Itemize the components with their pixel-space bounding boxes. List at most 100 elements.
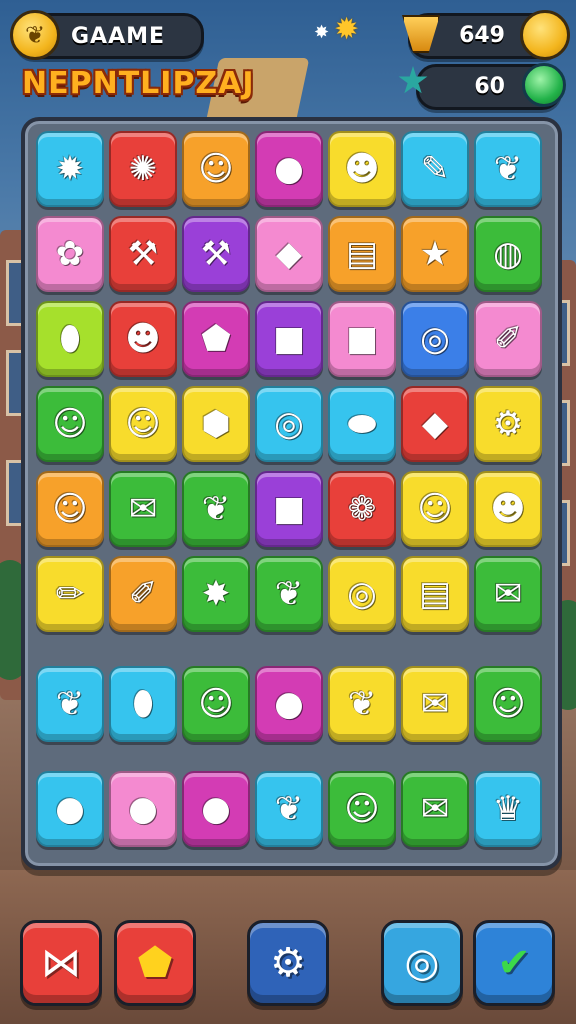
tile-r7-c1[interactable]: ❦ bbox=[36, 666, 104, 742]
tile-r4-c2[interactable]: ☺ bbox=[109, 386, 177, 462]
tile-r1-c6[interactable]: ✎ bbox=[401, 131, 469, 207]
gear-icon: ⚙ bbox=[270, 940, 306, 986]
tile-r8-c4[interactable]: ❦ bbox=[255, 771, 323, 847]
tile-r7-c7[interactable]: ☺ bbox=[474, 666, 542, 742]
tile-r8-c6[interactable]: ✉ bbox=[401, 771, 469, 847]
tile-r5-c1[interactable]: ☺ bbox=[36, 471, 104, 547]
tile-r7-c6[interactable]: ✉ bbox=[401, 666, 469, 742]
smiley-icon: ☺ bbox=[417, 489, 453, 529]
tile-r2-c3[interactable]: ⚒ bbox=[182, 216, 250, 292]
tile-r2-c5[interactable]: ▤ bbox=[328, 216, 396, 292]
smiley-icon: ☺ bbox=[52, 404, 88, 444]
tile-r2-c1[interactable]: ✿ bbox=[36, 216, 104, 292]
tile-r6-c1[interactable]: ✏ bbox=[36, 556, 104, 632]
ring-icon: ◎ bbox=[274, 404, 304, 444]
tile-r1-c3[interactable]: ☺ bbox=[182, 131, 250, 207]
coin-icon[interactable] bbox=[520, 10, 570, 60]
tile-r3-c4[interactable]: ■ bbox=[255, 301, 323, 377]
chat-icon: ✉ bbox=[128, 489, 158, 529]
tile-r8-c5[interactable]: ☺ bbox=[328, 771, 396, 847]
balloon-icon: ⬮ bbox=[132, 684, 154, 724]
balloon-icon: ⬮ bbox=[59, 319, 81, 359]
tile-r1-c2[interactable]: ✺ bbox=[109, 131, 177, 207]
tile-r3-c1[interactable]: ⬮ bbox=[36, 301, 104, 377]
blob-icon: ✿ bbox=[55, 234, 85, 274]
tile-r7-c3[interactable]: ☺ bbox=[182, 666, 250, 742]
tile-r5-c5[interactable]: ❁ bbox=[328, 471, 396, 547]
tile-r8-c3[interactable]: ● bbox=[182, 771, 250, 847]
smiley-icon: ☺ bbox=[490, 684, 526, 724]
confirm-button[interactable]: ✔ bbox=[473, 920, 555, 1006]
tile-r2-c4[interactable]: ◆ bbox=[255, 216, 323, 292]
smiley-icon: ☺ bbox=[344, 789, 380, 829]
tile-r6-c7[interactable]: ✉ bbox=[474, 556, 542, 632]
tile-r1-c5[interactable]: ☻ bbox=[328, 131, 396, 207]
tile-r5-c7[interactable]: ☻ bbox=[474, 471, 542, 547]
brush-icon: ✏ bbox=[55, 574, 85, 614]
wrench-icon: ⚒ bbox=[200, 234, 232, 274]
pen-icon: ✎ bbox=[420, 149, 450, 189]
blob-face-icon: ☻ bbox=[125, 319, 161, 359]
tile-r8-c1[interactable]: ● bbox=[36, 771, 104, 847]
tile-r3-c7[interactable]: ✐ bbox=[474, 301, 542, 377]
sparkle-icon: ✸ bbox=[314, 22, 330, 43]
tile-r5-c6[interactable]: ☺ bbox=[401, 471, 469, 547]
apple-icon: ● bbox=[128, 789, 158, 829]
drop-icon: ◆ bbox=[275, 234, 303, 274]
book-icon: ▤ bbox=[345, 234, 379, 274]
tile-r5-c2[interactable]: ✉ bbox=[109, 471, 177, 547]
blob-face-icon: ☻ bbox=[490, 489, 526, 529]
flower-icon: ❁ bbox=[347, 489, 377, 529]
tile-r6-c3[interactable]: ✸ bbox=[182, 556, 250, 632]
leaf-icon: ❦ bbox=[347, 684, 377, 724]
sun-icon: ✹ bbox=[55, 149, 85, 189]
tile-r5-c3[interactable]: ❦ bbox=[182, 471, 250, 547]
leaf-coin-icon[interactable]: ❦ bbox=[10, 10, 60, 60]
blob-face-icon: ☻ bbox=[344, 149, 380, 189]
tile-r6-c4[interactable]: ❦ bbox=[255, 556, 323, 632]
tile-r7-c2[interactable]: ⬮ bbox=[109, 666, 177, 742]
tile-r2-c2[interactable]: ⚒ bbox=[109, 216, 177, 292]
chat-icon: ✉ bbox=[493, 574, 523, 614]
tile-r4-c6[interactable]: ◆ bbox=[401, 386, 469, 462]
settings-button[interactable]: ⚙ bbox=[247, 920, 329, 1006]
tile-r6-c5[interactable]: ◎ bbox=[328, 556, 396, 632]
apple-icon: ● bbox=[274, 149, 304, 189]
tile-r3-c2[interactable]: ☻ bbox=[109, 301, 177, 377]
tile-r2-c6[interactable]: ★ bbox=[401, 216, 469, 292]
shield-button[interactable]: ⬟ bbox=[114, 920, 196, 1006]
tile-r3-c3[interactable]: ⬟ bbox=[182, 301, 250, 377]
tile-r4-c3[interactable]: ⬢ bbox=[182, 386, 250, 462]
tile-r8-c2[interactable]: ● bbox=[109, 771, 177, 847]
bow-button[interactable]: ⋈ bbox=[20, 920, 102, 1006]
leaf-icon: ❦ bbox=[274, 789, 304, 829]
tile-r1-c1[interactable]: ✹ bbox=[36, 131, 104, 207]
tile-r6-c6[interactable]: ▤ bbox=[401, 556, 469, 632]
square-icon: ■ bbox=[272, 489, 306, 529]
square-icon: ■ bbox=[272, 319, 306, 359]
globe-icon: ◍ bbox=[493, 234, 523, 274]
target-button[interactable]: ◎ bbox=[381, 920, 463, 1006]
score-value: 649 bbox=[459, 23, 505, 48]
crayon-icon: ⬢ bbox=[201, 404, 231, 444]
tile-r2-c7[interactable]: ◍ bbox=[474, 216, 542, 292]
tile-r7-c4[interactable]: ● bbox=[255, 666, 323, 742]
tile-r5-c4[interactable]: ■ bbox=[255, 471, 323, 547]
star-icon: ★ bbox=[419, 234, 451, 274]
tile-r7-c5[interactable]: ❦ bbox=[328, 666, 396, 742]
tile-r6-c2[interactable]: ✐ bbox=[109, 556, 177, 632]
square-icon: ■ bbox=[345, 319, 379, 359]
tile-r1-c4[interactable]: ● bbox=[255, 131, 323, 207]
tile-r4-c7[interactable]: ⚙ bbox=[474, 386, 542, 462]
gem-icon[interactable] bbox=[522, 63, 566, 107]
tile-r3-c6[interactable]: ◎ bbox=[401, 301, 469, 377]
tile-r4-c4[interactable]: ◎ bbox=[255, 386, 323, 462]
tile-r4-c5[interactable]: ⬬ bbox=[328, 386, 396, 462]
tile-r3-c5[interactable]: ■ bbox=[328, 301, 396, 377]
pencil-icon: ✐ bbox=[493, 319, 523, 359]
gem-icon: ⬟ bbox=[201, 319, 231, 359]
tile-r4-c1[interactable]: ☺ bbox=[36, 386, 104, 462]
tile-r1-c7[interactable]: ❦ bbox=[474, 131, 542, 207]
tile-r8-c7[interactable]: ♛ bbox=[474, 771, 542, 847]
leaf-icon: ❦ bbox=[493, 149, 523, 189]
